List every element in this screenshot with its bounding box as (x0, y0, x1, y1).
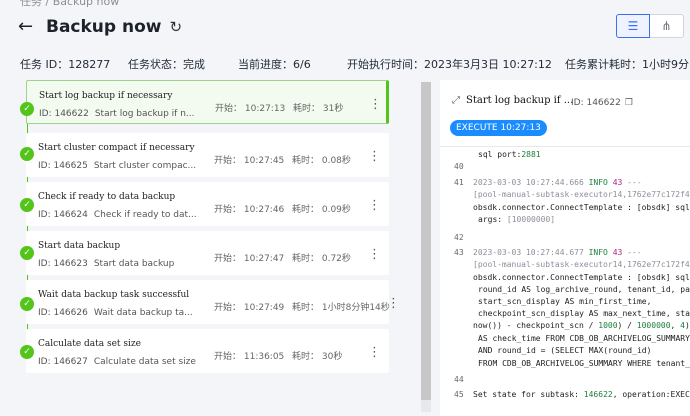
subtask-id: ID: 146623 (38, 259, 88, 269)
expand-icon[interactable]: ⤢ (452, 95, 460, 106)
page-title: Backup now (46, 16, 162, 37)
subtask-start: 开始： 10:27:49 (214, 303, 285, 313)
subtask-card[interactable]: Start log backup if necessary ID: 146622… (26, 80, 389, 124)
log-viewer[interactable]: sql port:2881 40 41 2023-03-03 10:27:44.… (440, 150, 690, 416)
subtask-card[interactable]: Start data backup ID: 146623 Start data b… (26, 231, 389, 275)
task-elapsed: 任务累计耗时：1小时9分 (565, 58, 689, 71)
subtask-id: ID: 146626 (38, 308, 88, 318)
more-vertical-icon[interactable]: ⋮ (368, 149, 381, 164)
task-progress: 当前进度：6/6 (238, 58, 311, 71)
more-vertical-icon[interactable]: ⋮ (369, 97, 382, 112)
subtask-card[interactable]: Wait data backup task successful ID: 146… (26, 280, 400, 324)
subtask-list: Start log backup if necessary ID: 146622… (26, 80, 421, 416)
subtask-name: Start log backup if necessary (39, 91, 173, 101)
subtask-duration: 耗时： 1小时8分钟14秒 (292, 303, 390, 313)
page-header: ← Backup now ↻ (18, 16, 182, 37)
subtask-id: ID: 146622 (39, 109, 89, 119)
more-vertical-icon[interactable]: ⋮ (368, 198, 381, 213)
subtask-start: 开始： 10:27:45 (214, 156, 285, 166)
task-status: 任务状态：完成 (128, 58, 205, 71)
task-start-time: 开始执行时间：2023年3月3日 10:27:12 (347, 58, 552, 71)
check-circle-icon: ✓ (20, 102, 34, 116)
subtask-duration: 耗时： 0.09秒 (292, 205, 351, 215)
subtask-id: ID: 146624 (38, 210, 88, 220)
status-badge: EXECUTE 10:27:13 (450, 120, 547, 136)
subtask-duration: 耗时： 31秒 (293, 104, 344, 114)
divider (440, 146, 690, 147)
refresh-icon[interactable]: ↻ (170, 18, 183, 36)
breadcrumb: 任务 / Backup now (20, 0, 119, 9)
subtask-name: Check if ready to data backup (38, 192, 176, 202)
tree-view-icon[interactable]: ⋔ (650, 14, 684, 38)
subtask-name: Calculate data set size (38, 339, 141, 349)
more-vertical-icon[interactable]: ⋮ (368, 247, 381, 262)
copy-icon[interactable]: ❐ (625, 98, 633, 108)
subtask-start: 开始： 10:27:47 (214, 254, 285, 264)
subtask-desc: Wait data backup ta... (93, 308, 193, 318)
check-circle-icon: ✓ (20, 297, 34, 311)
check-circle-icon: ✓ (20, 147, 34, 161)
subtask-detail-panel: ⤢ Start log backup if ... ID: 146622 ❐ EX… (440, 80, 690, 416)
subtask-name: Start data backup (38, 241, 121, 251)
task-id: 任务 ID：128277 (20, 58, 111, 71)
detail-id: ID: 146622 (571, 98, 621, 108)
breadcrumb-item[interactable]: 任务 (20, 0, 42, 8)
subtask-duration: 耗时： 0.08秒 (292, 156, 351, 166)
subtask-id: ID: 146627 (38, 357, 88, 367)
subtask-name: Start cluster compact if necessary (38, 143, 195, 153)
back-arrow-icon[interactable]: ← (18, 16, 34, 37)
subtask-desc: Start log backup if n... (94, 109, 195, 119)
subtask-duration: 耗时： 0.72秒 (292, 254, 351, 264)
subtask-start: 开始： 11:36:05 (214, 352, 285, 362)
breadcrumb-item: Backup now (52, 0, 120, 8)
subtask-desc: Check if ready to dat... (93, 210, 197, 220)
subtask-card[interactable]: Calculate data set size ID: 146627 Calcul… (26, 329, 389, 373)
subtask-card[interactable]: Check if ready to data backup ID: 146624… (26, 182, 389, 226)
list-view-icon[interactable]: ☰ (616, 14, 650, 38)
subtask-desc: Start data backup (93, 259, 175, 269)
subtask-start: 开始： 10:27:13 (215, 104, 286, 114)
subtask-duration: 耗时： 30秒 (292, 352, 343, 362)
check-circle-icon: ✓ (20, 345, 34, 359)
subtask-desc: Calculate data set size (93, 357, 196, 367)
subtask-desc: Start cluster compac... (93, 161, 197, 171)
check-circle-icon: ✓ (20, 246, 34, 260)
detail-title: Start log backup if ... (466, 95, 574, 106)
more-vertical-icon[interactable]: ⋮ (368, 345, 381, 360)
subtask-id: ID: 146625 (38, 161, 88, 171)
subtask-card[interactable]: Start cluster compact if necessary ID: 1… (26, 133, 389, 177)
check-circle-icon: ✓ (20, 198, 34, 212)
more-vertical-icon[interactable]: ⋮ (387, 296, 400, 311)
view-toggle: ☰ ⋔ (616, 14, 684, 38)
subtask-start: 开始： 10:27:46 (214, 205, 285, 215)
subtask-name: Wait data backup task successful (38, 290, 190, 300)
list-scrollbar-thumb[interactable] (421, 82, 431, 400)
